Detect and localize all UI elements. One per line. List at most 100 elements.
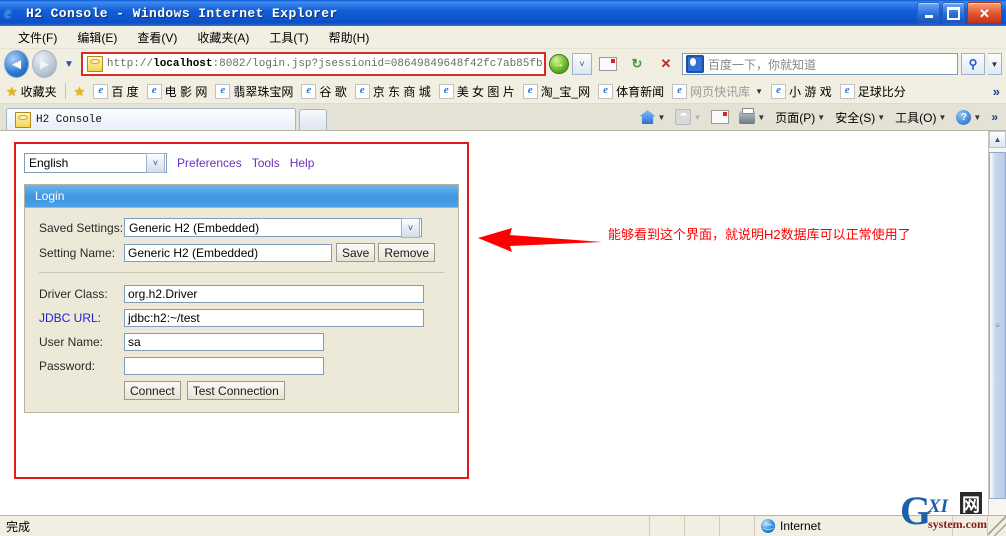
home-button[interactable]: ▼: [636, 108, 670, 126]
divider: [39, 272, 444, 273]
scrollbar-thumb[interactable]: ≡: [989, 152, 1006, 499]
tools-menu-label: 工具(O): [895, 110, 937, 125]
url-prefix: http://: [106, 58, 154, 70]
address-dropdown-button[interactable]: ˅: [572, 53, 592, 75]
favorite-link-taobao[interactable]: e 淘_宝_网: [519, 82, 594, 101]
driver-class-label: Driver Class:: [39, 287, 108, 301]
row-actions: Connect Test Connection: [25, 381, 458, 400]
driver-class-input[interactable]: org.h2.Driver: [124, 285, 424, 303]
refresh-button[interactable]: ↻: [624, 52, 650, 76]
resize-grip[interactable]: [988, 516, 1006, 536]
command-bar-overflow-button[interactable]: »: [987, 108, 1002, 126]
favorite-link-google[interactable]: e谷 歌: [297, 82, 350, 101]
zoom-level[interactable]: [953, 516, 988, 536]
status-text: 完成: [0, 516, 650, 536]
favorite-link-football[interactable]: e 足球比分: [836, 82, 910, 101]
new-tab-button[interactable]: [299, 109, 327, 130]
favorite-label: 淘_宝_网: [540, 84, 591, 99]
ie-page-icon: e: [215, 83, 231, 99]
menu-item-view[interactable]: 查看(V): [127, 27, 187, 48]
setting-name-input[interactable]: Generic H2 (Embedded): [124, 243, 332, 262]
search-submit-button[interactable]: ⚲: [961, 53, 985, 75]
vertical-scrollbar[interactable]: ▲ ≡: [988, 131, 1006, 515]
favorites-button[interactable]: ★ 收藏夹: [2, 82, 61, 101]
annotation-text: 能够看到这个界面，就说明H2数据库可以正常使用了: [608, 227, 911, 242]
ie-logo-icon: e: [4, 3, 12, 22]
chevron-down-icon: ▼: [973, 112, 982, 122]
security-zone-label: Internet: [780, 519, 821, 533]
ie-page-icon: e: [301, 83, 317, 99]
divider: [64, 83, 66, 99]
grip-icon: ≡: [995, 321, 1000, 330]
favorite-label: 足球比分: [857, 84, 906, 99]
read-mail-button[interactable]: [707, 108, 733, 126]
test-connection-button[interactable]: Test Connection: [186, 381, 285, 400]
tools-menu-button[interactable]: 工具(O) ▼: [891, 107, 950, 128]
password-input[interactable]: [124, 357, 324, 375]
menu-item-tools[interactable]: 工具(T): [259, 27, 318, 48]
forward-button[interactable]: ►: [31, 50, 57, 78]
scrollbar-track[interactable]: ≡: [989, 148, 1006, 515]
minimize-button[interactable]: [917, 2, 940, 24]
link-help[interactable]: Help: [290, 156, 315, 170]
menu-item-help[interactable]: 帮助(H): [319, 27, 380, 48]
page-menu-button[interactable]: 页面(P) ▼: [771, 107, 829, 128]
status-bar: 完成 Internet: [0, 515, 1006, 536]
save-button[interactable]: Save: [336, 243, 376, 262]
home-icon: [639, 110, 656, 124]
page-menu-label: 页面(P): [775, 110, 816, 125]
chevron-up-icon: ▲: [993, 135, 1002, 144]
favorite-label: 谷 歌: [319, 84, 347, 99]
help-menu-button[interactable]: ? ▼: [952, 108, 985, 127]
close-button[interactable]: ✕: [967, 2, 1002, 24]
favorites-overflow-button[interactable]: »: [993, 84, 1004, 99]
jdbc-url-input[interactable]: jdbc:h2:~/test: [124, 309, 424, 327]
window-controls: ✕: [917, 2, 1002, 24]
maximize-button[interactable]: [942, 2, 965, 24]
back-button[interactable]: ◄: [4, 50, 29, 78]
menu-item-edit[interactable]: 编辑(E): [67, 27, 127, 48]
feeds-button[interactable]: [595, 52, 621, 76]
tab-h2-console[interactable]: H2 Console: [6, 108, 296, 130]
favorite-link-movie[interactable]: e电 影 网: [143, 82, 212, 101]
user-name-input[interactable]: sa: [124, 333, 324, 351]
scroll-up-button[interactable]: ▲: [989, 131, 1006, 148]
feed-icon: [599, 57, 617, 71]
history-dropdown-icon[interactable]: ▼: [60, 59, 78, 70]
print-button[interactable]: ▼: [735, 107, 769, 126]
menu-item-file[interactable]: 文件(F): [8, 27, 67, 48]
favorite-link-photos[interactable]: e美 女 图 片: [435, 82, 519, 101]
safety-menu-label: 安全(S): [835, 110, 876, 125]
favorite-link-sports[interactable]: e 体育新闻: [594, 82, 668, 101]
url-host: localhost: [153, 58, 213, 70]
favorite-link-games[interactable]: e小 游 戏: [767, 82, 836, 101]
remove-button[interactable]: Remove: [378, 243, 436, 262]
chevron-down-icon: ▼: [755, 86, 764, 96]
search-input[interactable]: 百度一下，你就知道: [682, 53, 958, 75]
feeds-button[interactable]: ☂ ▼: [671, 107, 705, 127]
add-to-favorites-button[interactable]: ★: [70, 84, 90, 99]
h2-console-page: English ˅ Preferences Tools Help Login S…: [0, 131, 988, 515]
rss-icon: ☂: [675, 109, 692, 125]
menu-item-favorites[interactable]: 收藏夹(A): [187, 27, 259, 48]
favorite-label: 电 影 网: [164, 84, 208, 99]
language-select[interactable]: English ˅: [24, 153, 167, 173]
jdbc-url-label[interactable]: JDBC URL:: [39, 311, 124, 325]
link-preferences[interactable]: Preferences: [177, 156, 242, 170]
saved-settings-select[interactable]: Generic H2 (Embedded) ˅: [124, 217, 422, 238]
address-bar[interactable]: http://localhost:8082/login.jsp?jsession…: [80, 52, 546, 76]
security-zone[interactable]: Internet: [755, 516, 953, 536]
favorite-link-news-feed[interactable]: e 网页快讯库 ▼: [668, 82, 767, 101]
safety-menu-button[interactable]: 安全(S) ▼: [831, 107, 889, 128]
favorite-link-jd[interactable]: e京 东 商 城: [351, 82, 435, 101]
favorite-link-jade[interactable]: e 翡翠珠宝网: [211, 82, 297, 101]
mail-icon: [711, 110, 730, 124]
search-provider-dropdown[interactable]: ▼: [988, 53, 1002, 75]
login-panel: Login Saved Settings: Generic H2 (Embedd…: [24, 184, 459, 413]
stop-button[interactable]: ✕: [653, 52, 679, 76]
connect-button[interactable]: Connect: [124, 381, 181, 400]
favorite-link-baidu[interactable]: e百 度: [89, 82, 142, 101]
link-tools[interactable]: Tools: [252, 156, 280, 170]
favorite-label: 小 游 戏: [789, 84, 832, 99]
go-button[interactable]: →: [549, 54, 569, 74]
